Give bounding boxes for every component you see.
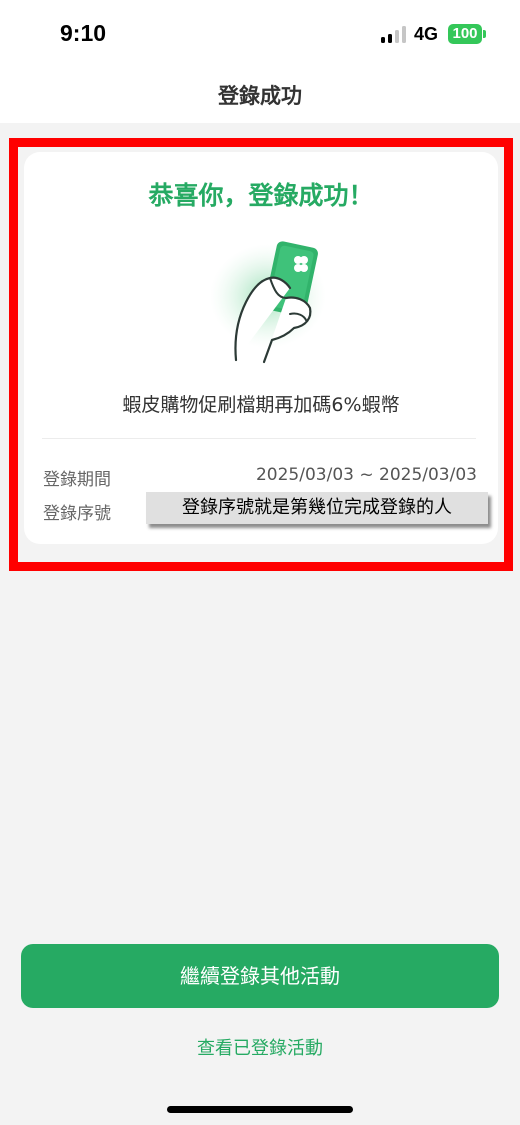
page-title: 登錄成功 <box>218 84 302 108</box>
divider <box>42 438 476 439</box>
status-time: 9:10 <box>60 20 107 46</box>
period-value: 2025/03/03 ~ 2025/03/03 <box>255 465 477 485</box>
hand-holding-card-icon <box>210 241 326 364</box>
network-type: 4G <box>414 24 439 44</box>
campaign-name: 蝦皮購物促刷檔期再加碼6%蝦幣 <box>122 394 400 416</box>
continue-register-button[interactable]: 繼續登錄其他活動 <box>21 944 499 1008</box>
view-registered-link[interactable]: 查看已登錄活動 <box>0 1034 520 1060</box>
signal-strength-icon <box>381 26 407 43</box>
nav-bar: 登錄成功 <box>0 62 520 123</box>
success-card: 恭喜你，登錄成功！ 蝦皮購物促刷檔期再加碼6%蝦幣 登錄期間 2025/03/0… <box>24 152 498 544</box>
status-bar: 9:10 4G 100 <box>0 0 520 62</box>
battery-icon: 100 <box>448 24 482 44</box>
battery-tip <box>483 30 486 38</box>
success-title: 恭喜你，登錄成功！ <box>148 181 374 210</box>
serial-number-label: 登錄序號 <box>43 504 111 524</box>
period-label: 登錄期間 <box>43 470 111 490</box>
serial-number-annotation: 登錄序號就是第幾位完成登錄的人 <box>146 492 488 524</box>
home-indicator <box>167 1106 353 1113</box>
